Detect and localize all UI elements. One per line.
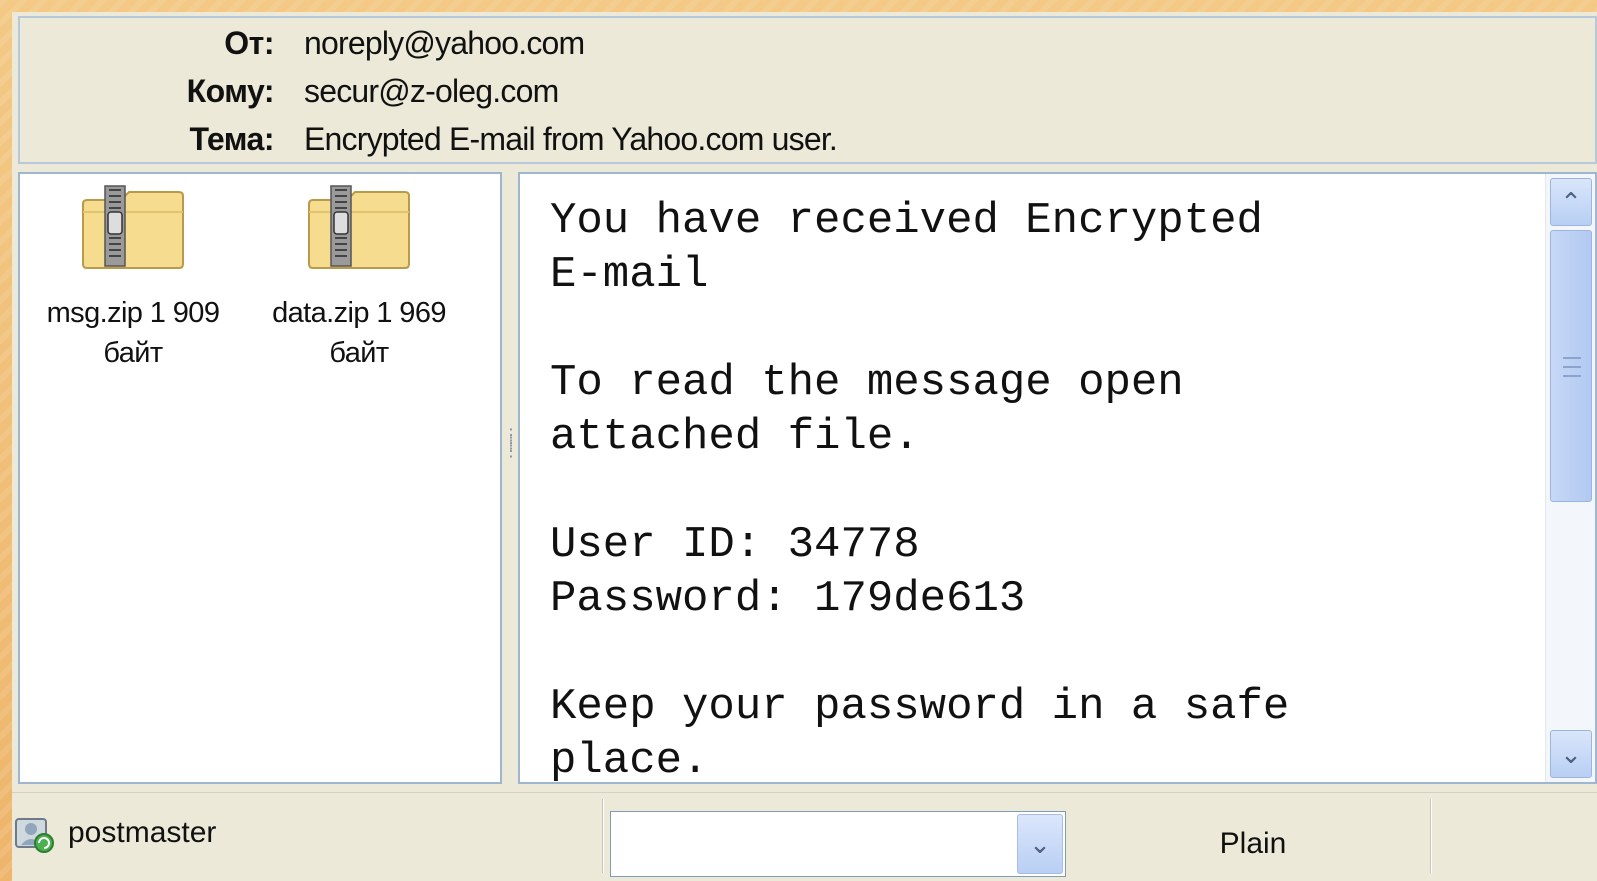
message-body: You have received Encrypted E-mail To re… (550, 196, 1290, 784)
to-value[interactable]: secur@z-oleg.com (304, 73, 559, 110)
from-value[interactable]: noreply@yahoo.com (304, 25, 585, 62)
scroll-thumb[interactable] (1550, 230, 1592, 502)
scroll-down-button[interactable]: ⌄ (1550, 730, 1592, 778)
from-row: От: noreply@yahoo.com (20, 20, 585, 66)
subject-label: Тема: (189, 120, 274, 157)
message-pane: You have received Encrypted E-mail To re… (518, 172, 1597, 784)
zip-folder-icon (308, 185, 410, 269)
attachment-name: msg.zip 1 909 (46, 297, 220, 329)
format-indicator[interactable]: Plain (1078, 811, 1428, 877)
attachment-size-unit: байт (103, 337, 163, 369)
to-label: Кому: (186, 72, 275, 109)
subject-value: Encrypted E-mail from Yahoo.com user. (304, 120, 838, 157)
grip-icon (1563, 357, 1581, 377)
status-divider (602, 799, 604, 873)
status-divider (1430, 799, 1432, 873)
message-header: От: noreply@yahoo.com Кому: secur@z-oleg… (18, 16, 1597, 164)
vertical-scrollbar[interactable]: ⌃ ⌄ (1545, 174, 1595, 782)
attachment-item[interactable]: data.zip 1 969 байт (246, 178, 472, 373)
status-combo-box[interactable]: ⌄ (610, 811, 1066, 877)
mail-viewer-window: От: noreply@yahoo.com Кому: secur@z-oleg… (12, 12, 1597, 881)
scroll-up-button[interactable]: ⌃ (1550, 178, 1592, 226)
attachment-name: data.zip 1 969 (272, 297, 446, 329)
status-bar: postmaster ⌄ Plain (12, 792, 1597, 881)
chevron-up-icon: ⌃ (1560, 186, 1582, 217)
user-indicator[interactable]: postmaster (12, 811, 216, 855)
chevron-down-icon: ⌄ (1560, 738, 1582, 769)
zip-folder-icon (82, 185, 184, 269)
combo-dropdown-button[interactable]: ⌄ (1017, 814, 1063, 874)
attachments-pane: msg.zip 1 909 байт data.zip 1 969 байт (18, 172, 502, 784)
from-label: От: (224, 24, 274, 61)
to-row: Кому: secur@z-oleg.com (20, 68, 560, 114)
pane-splitter-handle[interactable]: ⋮ ⋮ ⋮ (503, 428, 519, 492)
user-name: postmaster (68, 816, 217, 849)
attachment-item[interactable]: msg.zip 1 909 байт (20, 178, 246, 373)
chevron-down-icon: ⌄ (1029, 828, 1051, 859)
user-refresh-icon (15, 818, 54, 853)
attachment-size-unit: байт (329, 337, 389, 369)
subject-row: Тема: Encrypted E-mail from Yahoo.com us… (20, 116, 837, 162)
